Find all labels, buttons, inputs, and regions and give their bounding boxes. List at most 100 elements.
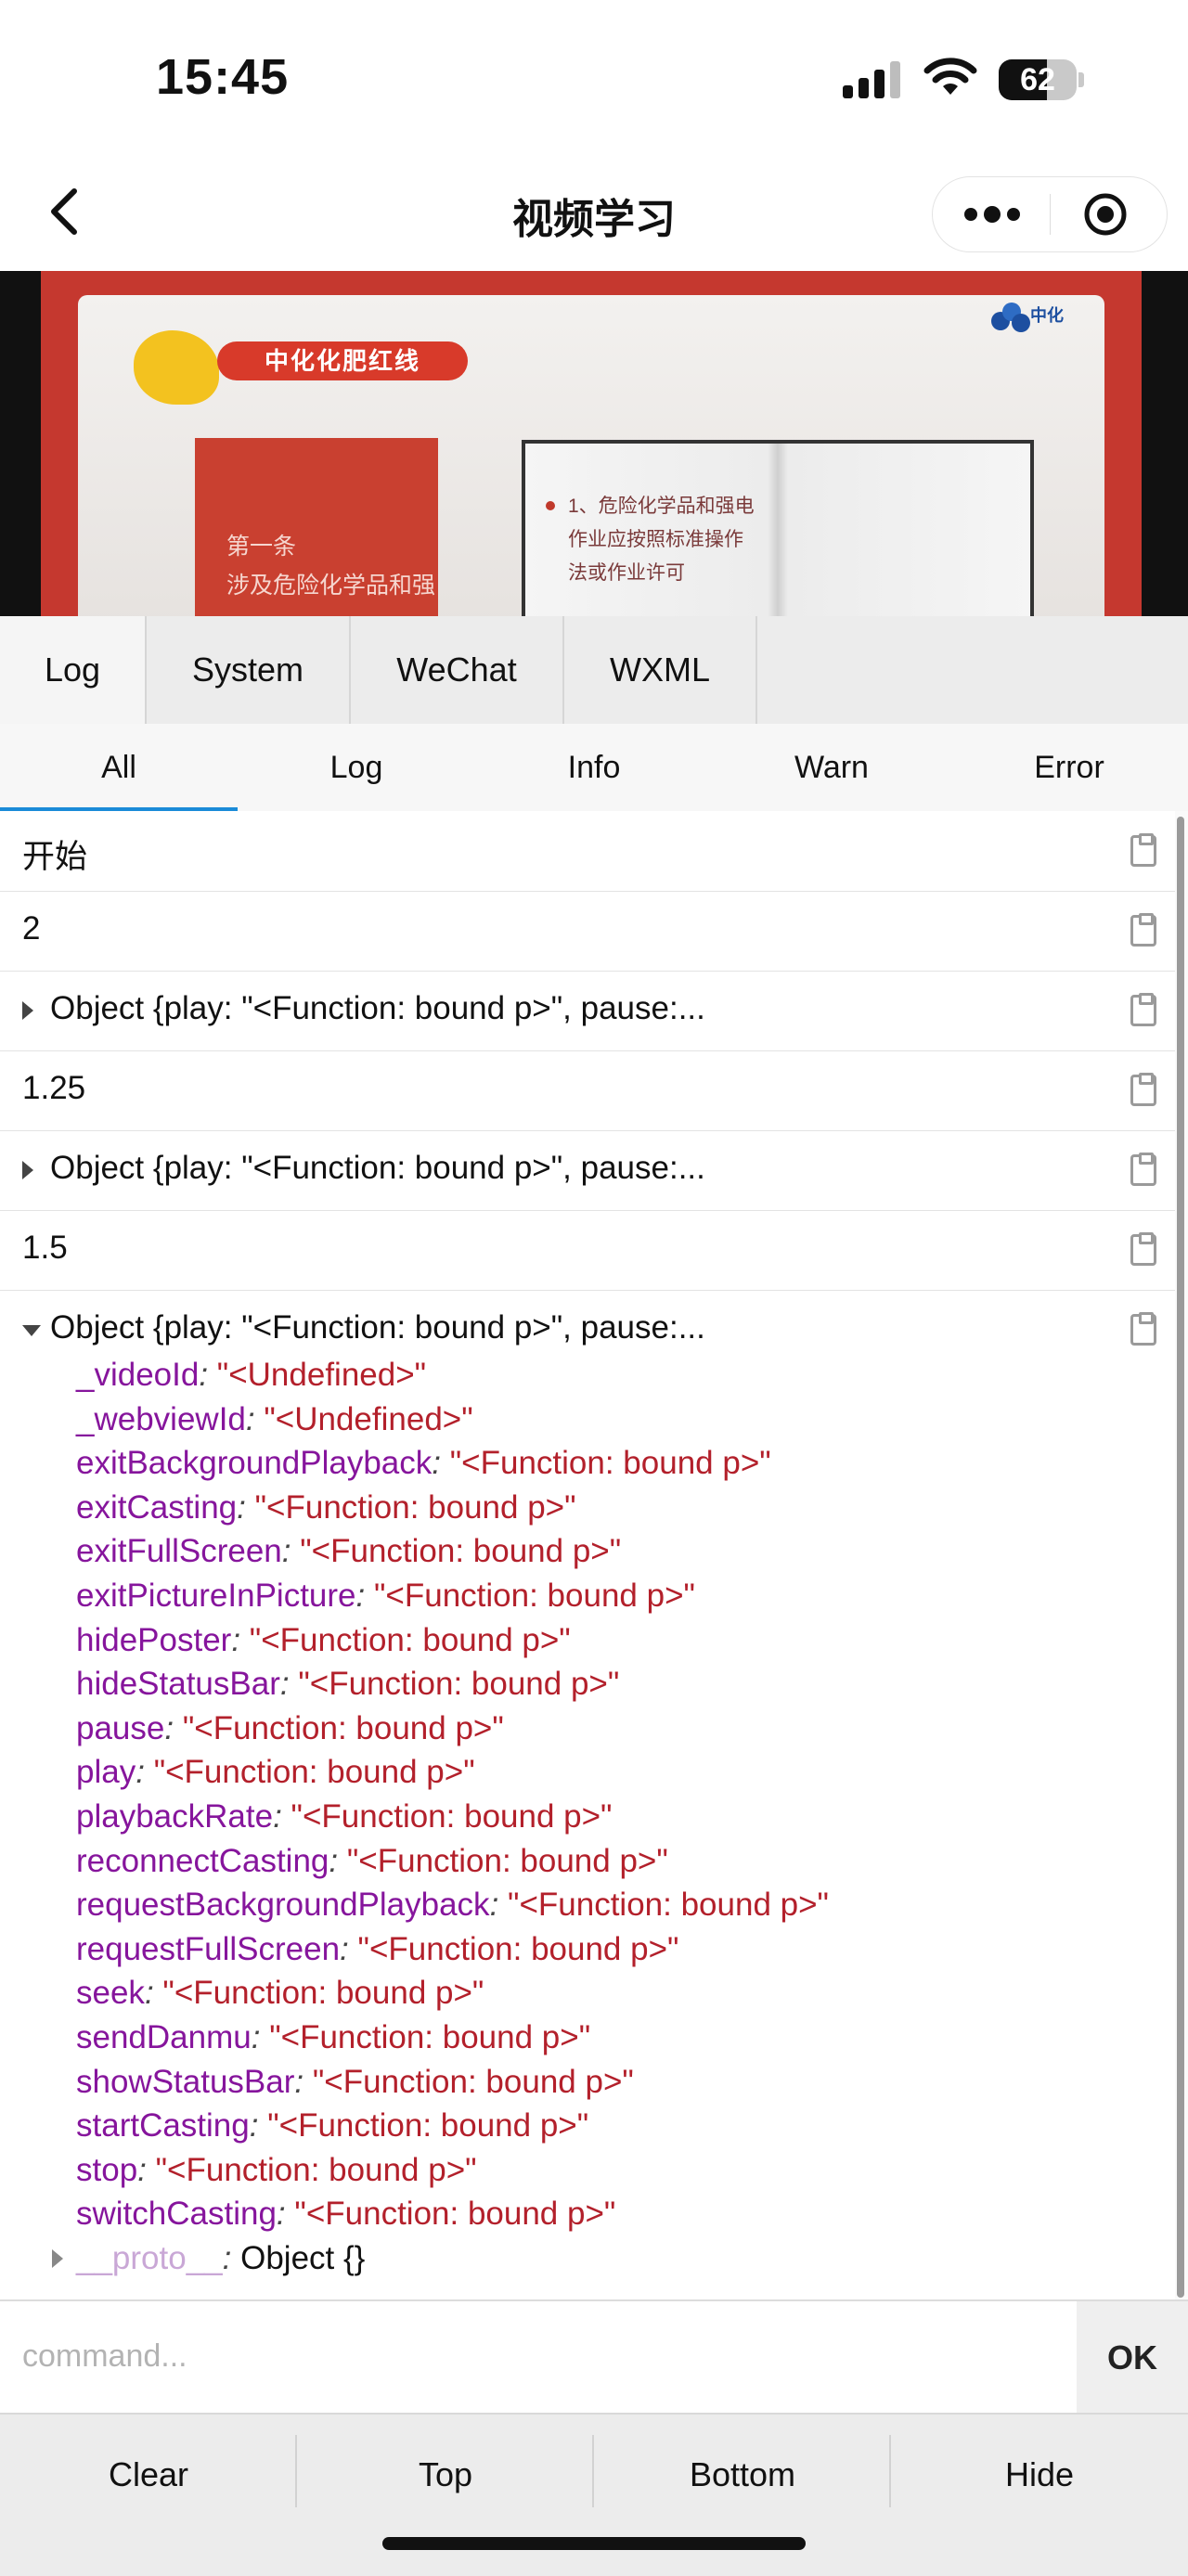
object-property: requestBackgroundPlayback: "<Function: b… <box>76 1883 829 1927</box>
object-proto-row[interactable]: __proto__: Object {} <box>52 2236 829 2281</box>
clear-button[interactable]: Clear <box>0 2415 297 2535</box>
log-row-object[interactable]: Object {play: "<Function: bound p>", pau… <box>0 971 1175 1051</box>
copy-icon[interactable] <box>1130 1073 1156 1106</box>
log-text: 2 <box>22 910 41 947</box>
log-row: 1.5 <box>0 1210 1175 1291</box>
log-text: 开始 <box>22 839 88 875</box>
property-key: playbackRate <box>76 1797 274 1835</box>
filter-warn[interactable]: Warn <box>713 724 950 811</box>
property-value: "<Function: bound p>" <box>254 1488 576 1526</box>
property-value: "<Function: bound p>" <box>249 1621 571 1658</box>
property-colon: : <box>231 1621 241 1658</box>
property-key: requestBackgroundPlayback <box>76 1887 490 1924</box>
copy-icon[interactable] <box>1130 1312 1156 1346</box>
log-row-object[interactable]: Object {play: "<Function: bound p>", pau… <box>0 1130 1175 1211</box>
object-property: exitBackgroundPlayback: "<Function: boun… <box>76 1441 829 1486</box>
property-colon: : <box>340 1930 349 1967</box>
expand-caret-icon[interactable] <box>22 1001 33 1020</box>
property-colon: : <box>144 1975 154 2012</box>
property-key: seek <box>76 1975 145 2012</box>
open-book-text: 1、危险化学品和强电 作业应按照标准操作 法或作业许可 <box>568 490 755 590</box>
close-miniprogram-icon[interactable] <box>1083 192 1128 237</box>
red-book-line: 第一条 <box>226 534 297 560</box>
object-property: _webviewId: "<Undefined>" <box>76 1397 829 1442</box>
more-options-icon[interactable] <box>964 204 1020 225</box>
tab-log[interactable]: Log <box>0 616 147 724</box>
property-value: "<Function: bound p>" <box>357 1930 679 1967</box>
wifi-icon <box>923 58 977 95</box>
open-book-line: 1、危险化学品和强电 <box>568 496 755 517</box>
property-key: stop <box>76 2151 138 2188</box>
collapse-caret-icon[interactable] <box>22 1325 41 1336</box>
property-key: showStatusBar <box>76 2063 295 2100</box>
copy-icon[interactable] <box>1130 1153 1156 1186</box>
log-text: Object {play: "<Function: bound p>", pau… <box>50 1150 705 1186</box>
battery-percentage: 62 <box>1020 62 1055 97</box>
object-property: showStatusBar: "<Function: bound p>" <box>76 2060 829 2105</box>
object-property: pause: "<Function: bound p>" <box>76 1707 829 1751</box>
property-value: "<Function: bound p>" <box>155 2151 477 2188</box>
property-value: "<Function: bound p>" <box>291 1797 613 1835</box>
copy-icon[interactable] <box>1130 833 1156 867</box>
red-book-text: 第一条 涉及危险化学品和强 <box>226 527 435 605</box>
filter-error[interactable]: Error <box>950 724 1188 811</box>
expand-caret-icon[interactable] <box>22 1161 33 1179</box>
property-colon: : <box>489 1887 499 1924</box>
property-value: "<Function: bound p>" <box>508 1887 829 1924</box>
ok-button[interactable]: OK <box>1077 2301 1188 2415</box>
property-colon: : <box>164 1709 174 1746</box>
vconsole-tabbar: Log System WeChat WXML <box>0 616 1188 725</box>
property-colon: : <box>245 1400 255 1437</box>
copy-icon[interactable] <box>1130 993 1156 1026</box>
tab-wechat[interactable]: WeChat <box>351 616 564 724</box>
property-colon: : <box>222 2239 232 2276</box>
video-player[interactable]: 中化化肥红线 第一条 涉及危险化学品和强 1、危险化学品和强电 作业应按照标准操… <box>0 271 1188 616</box>
copy-icon[interactable] <box>1130 913 1156 947</box>
top-button[interactable]: Top <box>297 2415 594 2535</box>
tab-wxml[interactable]: WXML <box>564 616 757 724</box>
slide-heading-pill: 中化化肥红线 <box>217 341 468 380</box>
proto-key: __proto__ <box>76 2239 223 2276</box>
home-indicator <box>382 2537 806 2550</box>
property-value: "<Function: bound p>" <box>449 1445 771 1482</box>
property-colon: : <box>279 1666 290 1703</box>
property-value: "<Function: bound p>" <box>298 1666 620 1703</box>
property-colon: : <box>432 1445 442 1482</box>
property-colon: : <box>136 1754 145 1791</box>
property-colon: : <box>237 1488 246 1526</box>
property-value: "<Function: bound p>" <box>294 2196 616 2233</box>
log-row: 2 <box>0 891 1175 972</box>
open-book-line: 法或作业许可 <box>568 562 685 584</box>
command-input[interactable]: command... <box>22 2338 187 2375</box>
object-property: startCasting: "<Function: bound p>" <box>76 2104 829 2148</box>
proto-value: Object {} <box>240 2239 366 2276</box>
object-property: hideStatusBar: "<Function: bound p>" <box>76 1662 829 1707</box>
filter-all[interactable]: All <box>0 724 238 811</box>
logo-text: 中化 <box>1030 306 1064 325</box>
hide-button[interactable]: Hide <box>891 2415 1188 2535</box>
copy-icon[interactable] <box>1130 1232 1156 1266</box>
log-row: 开始 <box>0 811 1175 892</box>
log-text: Object {play: "<Function: bound p>", pau… <box>50 990 705 1026</box>
property-value: "<Function: bound p>" <box>269 2018 591 2055</box>
property-value: "<Function: bound p>" <box>153 1754 475 1791</box>
log-text: 1.25 <box>22 1070 86 1106</box>
property-key: exitPictureInPicture <box>76 1577 356 1614</box>
proto-caret-icon[interactable] <box>52 2248 63 2268</box>
log-scrollbar-thumb[interactable] <box>1177 817 1184 2298</box>
tab-system[interactable]: System <box>147 616 351 724</box>
filter-info[interactable]: Info <box>475 724 713 811</box>
filter-log[interactable]: Log <box>238 724 475 811</box>
status-bar: 15:45 62 <box>0 0 1188 158</box>
log-text: 1.5 <box>22 1230 68 1266</box>
object-property: reconnectCasting: "<Function: bound p>" <box>76 1839 829 1884</box>
property-value: "<Function: bound p>" <box>300 1533 622 1570</box>
cellular-signal-icon <box>843 61 902 98</box>
log-row: 1.25 <box>0 1050 1175 1131</box>
property-colon: : <box>137 2151 147 2188</box>
property-key: hidePoster <box>76 1621 232 1658</box>
bottom-button[interactable]: Bottom <box>594 2415 891 2535</box>
status-time: 15:45 <box>156 49 290 105</box>
property-key: exitBackgroundPlayback <box>76 1445 433 1482</box>
property-key: exitFullScreen <box>76 1533 282 1570</box>
